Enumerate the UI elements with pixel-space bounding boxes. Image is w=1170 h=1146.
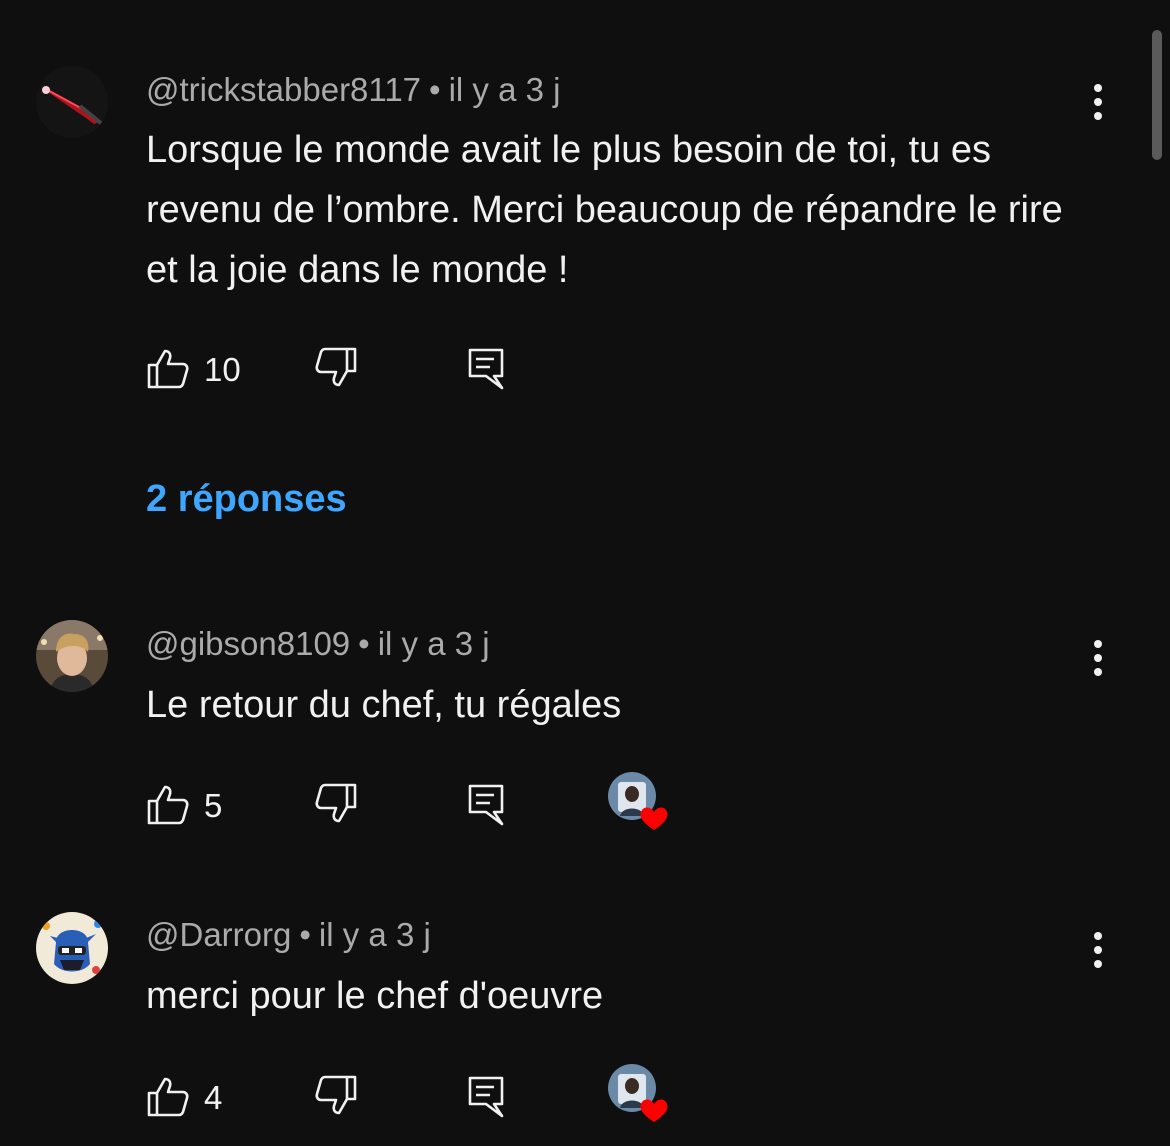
meta-separator: • xyxy=(429,71,441,108)
comment-author[interactable]: @Darrorg xyxy=(146,916,291,953)
thumbs-up-icon xyxy=(147,349,189,389)
avatar[interactable] xyxy=(36,66,108,138)
reply-icon xyxy=(468,784,504,826)
like-button[interactable] xyxy=(146,782,190,826)
comment-actions: 5 xyxy=(146,772,746,830)
creator-heart-icon xyxy=(608,772,668,830)
comment-text: Lorsque le monde avait le plus besoin de… xyxy=(146,129,1063,291)
reply-button[interactable] xyxy=(464,1074,508,1118)
comment-text: merci pour le chef d'oeuvre xyxy=(146,975,604,1017)
more-actions-button[interactable] xyxy=(1080,924,1116,972)
like-button[interactable] xyxy=(146,346,190,390)
meta-separator: • xyxy=(299,916,311,953)
kebab-icon xyxy=(1094,932,1102,968)
comment-author[interactable]: @gibson8109 xyxy=(146,625,350,662)
more-actions-button[interactable] xyxy=(1080,76,1116,124)
comment-time: il y a 3 j xyxy=(318,916,431,953)
creator-heart-badge xyxy=(608,772,670,834)
more-actions-button[interactable] xyxy=(1080,632,1116,680)
reply-icon xyxy=(468,1076,504,1118)
comment-meta: @gibson8109 • il y a 3 j xyxy=(146,624,490,664)
comment-actions: 4 xyxy=(146,1064,746,1122)
creator-heart-icon xyxy=(608,1064,668,1122)
reply-button[interactable] xyxy=(464,346,508,390)
young-man-avatar-icon xyxy=(36,620,108,692)
like-button[interactable] xyxy=(146,1074,190,1118)
view-replies-link[interactable]: 2 réponses xyxy=(146,476,347,522)
reply-icon xyxy=(468,348,504,390)
dislike-button[interactable] xyxy=(314,1074,358,1118)
thumbs-down-icon xyxy=(315,347,357,387)
thumbs-up-icon xyxy=(147,785,189,825)
kebab-icon xyxy=(1094,640,1102,676)
thumbs-down-icon xyxy=(315,783,357,823)
kebab-icon xyxy=(1094,84,1102,120)
comment-author[interactable]: @trickstabber8117 xyxy=(146,71,421,108)
ninja-cartoon-avatar-icon xyxy=(36,912,108,984)
comment-time: il y a 3 j xyxy=(448,71,561,108)
scrollbar[interactable] xyxy=(1152,30,1162,160)
comment-meta: @trickstabber8117 • il y a 3 j xyxy=(146,70,560,110)
thumbs-up-icon xyxy=(147,1077,189,1117)
avatar[interactable] xyxy=(36,912,108,984)
thumbs-down-icon xyxy=(315,1075,357,1115)
comment-actions: 10 xyxy=(146,346,746,394)
dislike-button[interactable] xyxy=(314,346,358,390)
like-count: 10 xyxy=(204,351,241,388)
reply-button[interactable] xyxy=(464,782,508,826)
comment-time: il y a 3 j xyxy=(377,625,490,662)
creator-heart-badge xyxy=(608,1064,670,1126)
like-count: 4 xyxy=(204,1079,223,1116)
comment-meta: @Darrorg • il y a 3 j xyxy=(146,915,431,955)
like-count: 5 xyxy=(204,787,223,824)
dislike-button[interactable] xyxy=(314,782,358,826)
comment-text: Le retour du chef, tu régales xyxy=(146,684,622,726)
avatar[interactable] xyxy=(36,620,108,692)
red-blade-avatar-icon xyxy=(36,66,108,138)
meta-separator: • xyxy=(358,625,370,662)
